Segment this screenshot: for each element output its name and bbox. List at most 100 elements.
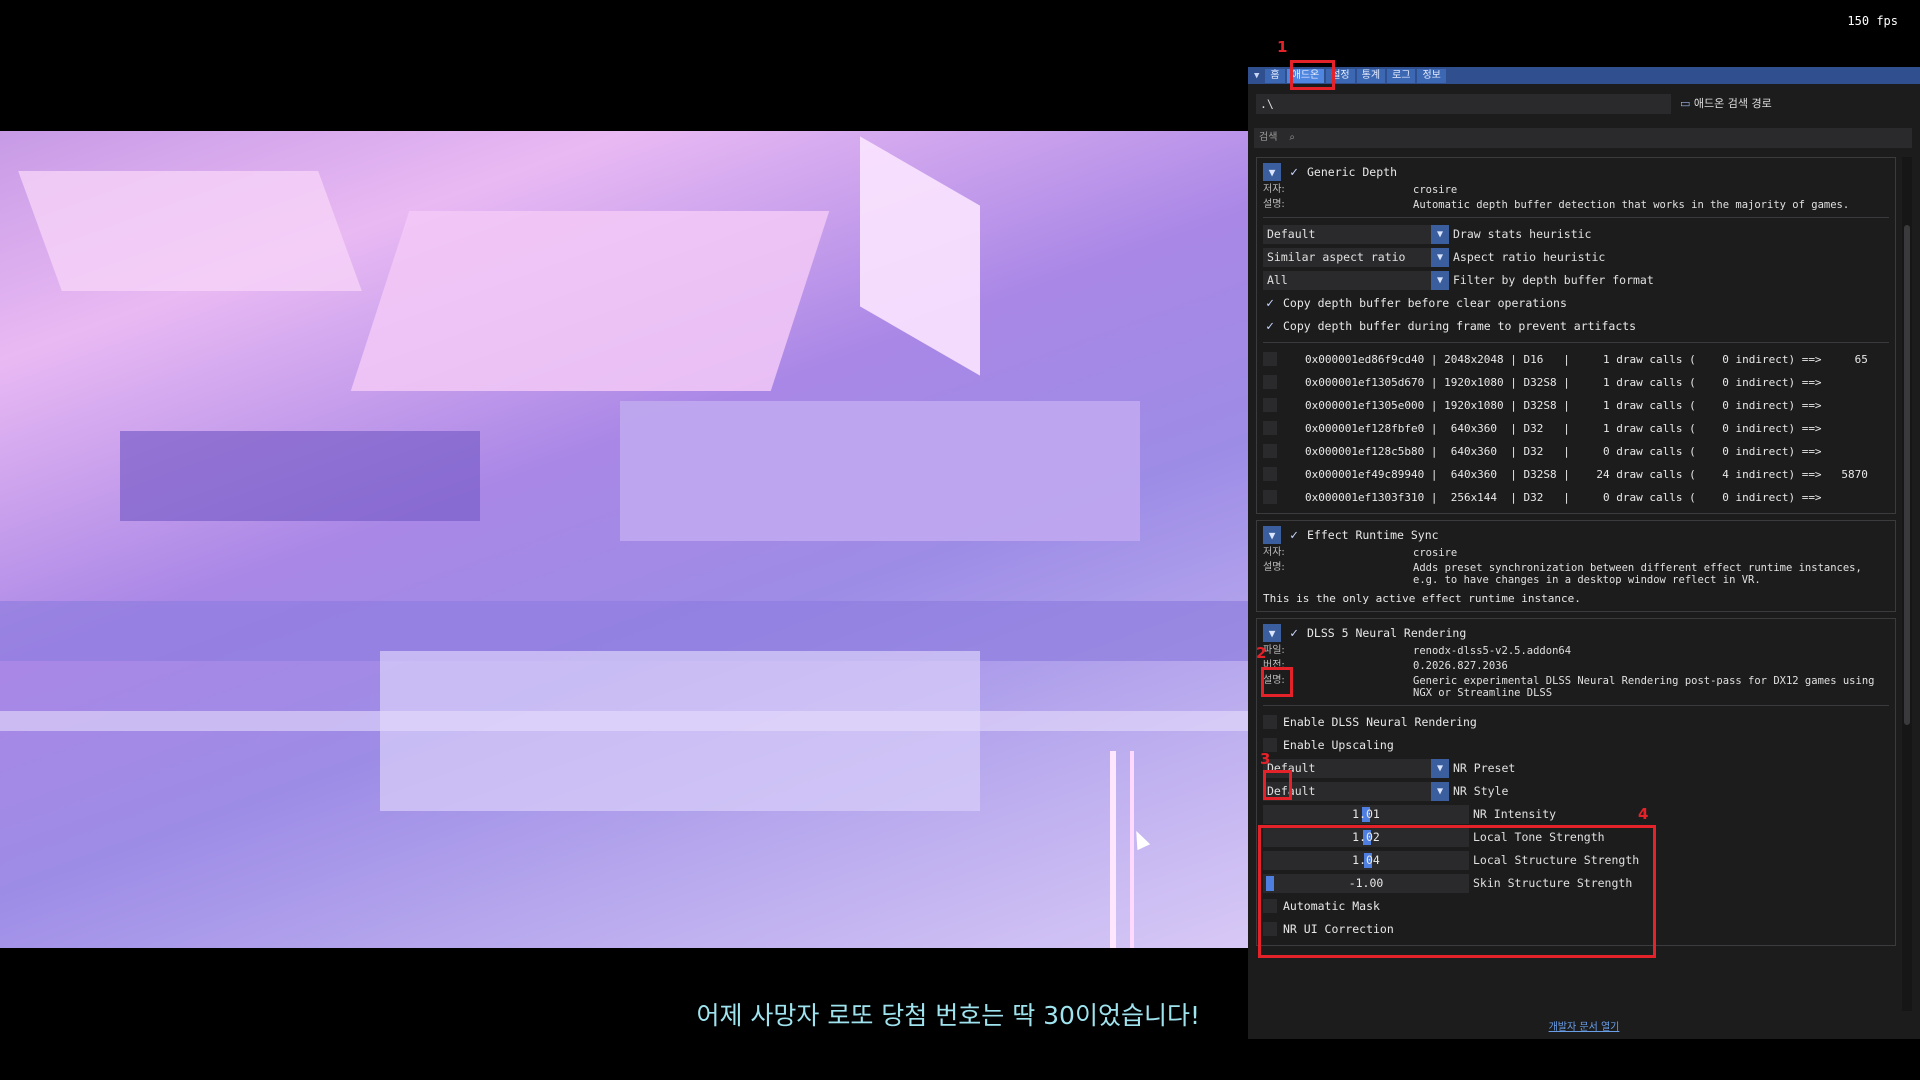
marker-4-box [1258, 825, 1656, 958]
addon-effect-runtime-sync: ▼ ✓ Effect Runtime Sync 저자: crosire 설명: Ad… [1256, 520, 1896, 612]
marker-3-box [1263, 770, 1292, 800]
runtime-note: This is the only active effect runtime i… [1263, 592, 1581, 605]
addon-path-button-label: 애드온 검색 경로 [1693, 97, 1772, 110]
folder-icon: ▭ [1680, 97, 1691, 110]
dropdown-arrow-icon[interactable]: ▼ [1431, 224, 1449, 244]
combo-value: Default [1267, 226, 1316, 241]
buffer-info: 0x000001ef128fbfe0 | 640x360 | D32 | 1 d… [1305, 421, 1822, 435]
addon-path-button[interactable]: ▭ 애드온 검색 경로 [1680, 94, 1772, 114]
description-value: Automatic depth buffer detection that wo… [1413, 199, 1850, 211]
collapse-toggle-icon[interactable]: ▼ [1263, 526, 1281, 544]
addon-name: Effect Runtime Sync [1307, 528, 1439, 542]
dropdown-arrow-icon[interactable]: ▼ [1431, 247, 1449, 267]
buffer-info: 0x000001ef1305d670 | 1920x1080 | D32S8 |… [1305, 375, 1822, 389]
fps-counter: 150 fps [1847, 14, 1898, 28]
tab-home[interactable]: 홈 [1265, 68, 1285, 83]
search-label: 검색 [1259, 132, 1278, 143]
author-value: crosire [1413, 184, 1458, 196]
search-input[interactable]: 검색 ⌕ [1254, 128, 1912, 148]
checkbox[interactable] [1263, 490, 1277, 504]
enabled-check-icon[interactable]: ✓ [1287, 626, 1301, 641]
buffer-info: 0x000001ed86f9cd40 | 2048x2048 | D16 | 1… [1305, 352, 1868, 366]
checkbox[interactable] [1263, 398, 1277, 412]
scrollbar[interactable] [1902, 157, 1912, 1011]
list-item: 0x000001ef49c89940 | 640x360 | D32S8 | 2… [1263, 464, 1889, 484]
format-filter-combo[interactable]: All ▼ [1263, 270, 1449, 290]
combo-label: Aspect ratio heuristic [1453, 250, 1606, 264]
combo-label: NR Preset [1453, 761, 1516, 775]
file-key: 파일: [1263, 645, 1285, 656]
marker-2-label: 2 [1256, 644, 1267, 662]
dropdown-arrow-icon[interactable]: ▼ [1431, 758, 1449, 778]
addon-name: DLSS 5 Neural Rendering [1307, 626, 1467, 640]
buffer-info: 0x000001ef49c89940 | 640x360 | D32S8 | 2… [1305, 467, 1868, 481]
enabled-check-icon[interactable]: ✓ [1287, 165, 1301, 180]
draw-stats-combo[interactable]: Default ▼ [1263, 224, 1449, 244]
combo-label: NR Style [1453, 784, 1509, 798]
buffer-info: 0x000001ef1305e000 | 1920x1080 | D32S8 |… [1305, 398, 1822, 412]
list-item: 0x000001ef1303f310 | 256x144 | D32 | 0 d… [1263, 487, 1889, 507]
list-item: 0x000001ef128c5b80 | 640x360 | D32 | 0 d… [1263, 441, 1889, 461]
checkbox-label: Enable Upscaling [1283, 738, 1394, 752]
game-scene [0, 131, 1248, 948]
description-key: 설명: [1263, 562, 1285, 573]
list-item: 0x000001ed86f9cd40 | 2048x2048 | D16 | 1… [1263, 349, 1889, 369]
author-value: crosire [1413, 547, 1458, 559]
buffer-info: 0x000001ef128c5b80 | 640x360 | D32 | 0 d… [1305, 444, 1822, 458]
checkbox-label: Copy depth buffer during frame to preven… [1283, 319, 1637, 333]
addon-name: Generic Depth [1307, 165, 1398, 179]
collapse-toggle-icon[interactable]: ▼ [1263, 624, 1281, 642]
list-item: 0x000001ef1305e000 | 1920x1080 | D32S8 |… [1263, 395, 1889, 415]
game-subtitle: 어제 사망자 로또 당첨 번호는 딱 30이었습니다! [696, 1001, 1200, 1030]
checkbox[interactable] [1263, 352, 1277, 366]
tab-about[interactable]: 정보 [1417, 68, 1446, 83]
description-value: Adds preset synchronization between diff… [1413, 562, 1862, 586]
checkbox-checked-icon[interactable]: ✓ [1263, 296, 1277, 311]
dropdown-arrow-icon[interactable]: ▼ [1431, 270, 1449, 290]
author-key: 저자: [1263, 547, 1285, 558]
collapse-toggle-icon[interactable]: ▼ [1263, 163, 1281, 181]
file-value: renodx-dlss5-v2.5.addon64 [1413, 645, 1572, 657]
list-item: 0x000001ef128fbfe0 | 640x360 | D32 | 1 d… [1263, 418, 1889, 438]
slider-label: NR Intensity [1473, 807, 1557, 821]
tab-statistics[interactable]: 통계 [1356, 68, 1386, 83]
enabled-check-icon[interactable]: ✓ [1287, 528, 1301, 543]
marker-3-label: 3 [1260, 750, 1271, 768]
checkbox-label: Copy depth buffer before clear operation… [1283, 296, 1567, 310]
addon-path-input[interactable]: .\ [1256, 94, 1671, 114]
description-key: 설명: [1263, 199, 1285, 210]
marker-1-label: 1 [1277, 38, 1288, 56]
checkbox[interactable] [1263, 421, 1277, 435]
nr-intensity-slider[interactable]: 1.01 [1263, 804, 1469, 824]
marker-4-label: 4 [1638, 805, 1649, 823]
aspect-ratio-combo[interactable]: Similar aspect ratio ▼ [1263, 247, 1449, 267]
description-value: Generic experimental DLSS Neural Renderi… [1413, 675, 1875, 699]
author-key: 저자: [1263, 184, 1285, 195]
combo-label: Filter by depth buffer format [1453, 273, 1654, 287]
combo-value: All [1267, 272, 1288, 287]
tab-log[interactable]: 로그 [1387, 68, 1416, 83]
checkbox-checked-icon[interactable]: ✓ [1263, 319, 1277, 334]
addon-generic-depth: ▼ ✓ Generic Depth 저자: crosire 설명: Automati… [1256, 157, 1896, 514]
addon-path-row: .\ ▭ 애드온 검색 경로 [1254, 94, 1912, 114]
collapse-menu-icon[interactable]: ▼ [1254, 71, 1259, 81]
enable-nr-checkbox[interactable] [1263, 715, 1277, 729]
marker-2-box [1261, 667, 1293, 697]
search-icon: ⌕ [1289, 132, 1295, 143]
depth-buffer-list: 0x000001ed86f9cd40 | 2048x2048 | D16 | 1… [1263, 349, 1889, 507]
tab-bar: ▼ 홈 애드온 설정 통계 로그 정보 [1248, 67, 1920, 84]
marker-1-box [1290, 60, 1335, 90]
checkbox-label: Enable DLSS Neural Rendering [1283, 715, 1477, 729]
combo-label: Draw stats heuristic [1453, 227, 1592, 241]
checkbox[interactable] [1263, 375, 1277, 389]
buffer-info: 0x000001ef1303f310 | 256x144 | D32 | 0 d… [1305, 490, 1822, 504]
dropdown-arrow-icon[interactable]: ▼ [1431, 781, 1449, 801]
version-value: 0.2026.827.2036 [1413, 660, 1508, 672]
slider-value: 1.01 [1352, 806, 1380, 821]
developer-docs-link[interactable]: 개발자 문서 열기 [1248, 1018, 1920, 1033]
combo-value: Similar aspect ratio [1267, 249, 1406, 264]
list-item: 0x000001ef1305d670 | 1920x1080 | D32S8 |… [1263, 372, 1889, 392]
checkbox[interactable] [1263, 467, 1277, 481]
scrollbar-thumb[interactable] [1904, 225, 1910, 725]
checkbox[interactable] [1263, 444, 1277, 458]
